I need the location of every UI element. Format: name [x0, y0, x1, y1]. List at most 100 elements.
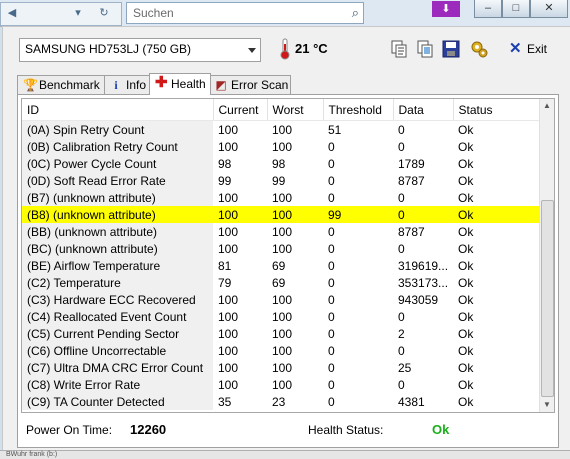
table-row[interactable]: (C4) Reallocated Event Count 100 100 0 0 Ok	[22, 308, 540, 325]
column-header-data[interactable]: Data	[393, 99, 454, 121]
cell-status: Ok	[458, 173, 474, 188]
cell-status: Ok	[453, 206, 540, 223]
chevron-down-icon[interactable]: ▾	[71, 6, 85, 20]
table-row[interactable]: (C2) Temperature 79 69 0 353173... Ok	[22, 274, 540, 291]
cell-current: 100	[218, 190, 239, 205]
tab-error-scan[interactable]: ◩ Error Scan	[209, 75, 291, 94]
exit-button[interactable]: ✕ Exit	[505, 39, 555, 59]
column-header-current[interactable]: Current	[213, 99, 268, 121]
table-row[interactable]: (BE) Airflow Temperature 81 69 0 319619... Ok	[22, 257, 540, 274]
cell-current: 100	[218, 309, 239, 324]
minimize-button[interactable]: –	[474, 0, 502, 18]
table-row[interactable]: (0D) Soft Read Error Rate 99 99 0 8787 Ok	[22, 172, 540, 189]
cell-current: 100	[218, 326, 239, 341]
cell-status: Ok	[458, 224, 474, 239]
cell-worst: 99	[272, 173, 286, 188]
column-header-threshold[interactable]: Threshold	[323, 99, 394, 121]
cell-id: (C4) Reallocated Event Count	[22, 308, 213, 325]
tab-label: Benchmark	[39, 78, 100, 92]
table-row[interactable]: (C7) Ultra DMA CRC Error Count 100 100 0 25 O…	[22, 359, 540, 376]
cell-worst: 23	[272, 394, 286, 409]
tab-label: Health	[171, 77, 206, 91]
maximize-button[interactable]: □	[502, 0, 530, 18]
cell-worst: 69	[272, 258, 286, 273]
cell-status: Ok	[458, 326, 474, 341]
table-row[interactable]: (0B) Calibration Retry Count 100 100 0 0 Ok	[22, 138, 540, 155]
cell-data: 2	[398, 326, 405, 341]
cell-data: 0	[398, 190, 405, 205]
cell-threshold: 0	[328, 377, 335, 392]
cell-worst: 100	[272, 139, 293, 154]
cell-threshold: 0	[328, 394, 335, 409]
options-icon[interactable]	[469, 39, 489, 59]
tab-health[interactable]: ✚ Health	[149, 73, 211, 95]
cell-status: Ok	[458, 139, 474, 154]
cell-current: 79	[218, 275, 232, 290]
cell-data: 4381	[398, 394, 425, 409]
cell-current: 100	[218, 224, 239, 239]
refresh-icon[interactable]: ↻	[97, 6, 111, 20]
cell-status: Ok	[458, 275, 474, 290]
cell-threshold: 0	[328, 173, 335, 188]
scrollbar-thumb[interactable]	[541, 200, 554, 397]
health-footer: Power On Time: 12260 Health Status: Ok	[18, 413, 558, 445]
cell-status: Ok	[458, 241, 474, 256]
cell-data: 0	[398, 343, 405, 358]
tab-benchmark[interactable]: 🏆 Benchmark	[17, 75, 107, 94]
table-row[interactable]: (C3) Hardware ECC Recovered 100 100 0 943059…	[22, 291, 540, 308]
column-header-worst[interactable]: Worst	[267, 99, 324, 121]
table-header-row: ID Current Worst Threshold Data Status	[22, 99, 541, 121]
cell-current: 98	[218, 156, 232, 171]
cell-status: Ok	[458, 343, 474, 358]
table-row[interactable]: (C8) Write Error Rate 100 100 0 0 Ok	[22, 376, 540, 393]
cell-current: 35	[218, 394, 232, 409]
chevron-down-icon	[248, 48, 256, 53]
drive-select-value: SAMSUNG HD753LJ (750 GB)	[25, 42, 192, 56]
cell-status: Ok	[458, 394, 474, 409]
cell-worst: 100	[272, 377, 293, 392]
save-icon[interactable]	[441, 39, 461, 59]
cell-id: (C8) Write Error Rate	[22, 376, 213, 393]
scroll-down-icon[interactable]: ▼	[540, 398, 554, 412]
table-row[interactable]: (BC) (unknown attribute) 100 100 0 0 Ok	[22, 240, 540, 257]
background-search-input[interactable]: Suchen ⌕	[126, 2, 364, 24]
cell-data: 1789	[398, 156, 425, 171]
cell-status: Ok	[458, 377, 474, 392]
table-row[interactable]: (B7) (unknown attribute) 100 100 0 0 Ok	[22, 189, 540, 206]
tab-label: Error Scan	[231, 78, 289, 92]
smart-table-container: ID Current Worst Threshold Data Status (…	[21, 98, 555, 413]
cell-worst: 100	[272, 309, 293, 324]
table-row[interactable]: (0C) Power Cycle Count 98 98 0 1789 Ok	[22, 155, 540, 172]
cell-id: (C6) Offline Uncorrectable	[22, 342, 213, 359]
cell-id: (C9) TA Counter Detected	[22, 393, 213, 410]
cell-id: (B7) (unknown attribute)	[22, 189, 213, 206]
drive-select[interactable]: SAMSUNG HD753LJ (750 GB)	[19, 38, 261, 62]
cell-worst: 69	[272, 275, 286, 290]
window-controls: – □ ✕	[430, 0, 570, 18]
cell-current: 100	[218, 377, 239, 392]
scroll-up-icon[interactable]: ▲	[540, 99, 554, 113]
cell-data: 0	[398, 377, 405, 392]
table-row[interactable]: (C5) Current Pending Sector 100 100 0 2 Ok	[22, 325, 540, 342]
table-row[interactable]: (C6) Offline Uncorrectable 100 100 0 0 Ok	[22, 342, 540, 359]
cell-data: 0	[393, 206, 453, 223]
tab-info[interactable]: i Info	[104, 75, 152, 94]
info-icon: i	[114, 78, 118, 92]
vertical-scrollbar[interactable]: ▲ ▼	[539, 99, 554, 412]
column-header-id[interactable]: ID	[22, 99, 214, 121]
copy-info-icon[interactable]	[389, 39, 409, 59]
copy-screenshot-icon[interactable]	[415, 39, 435, 59]
back-arrow-icon[interactable]: ◀	[5, 6, 19, 20]
cell-threshold: 0	[328, 292, 335, 307]
cell-status: Ok	[458, 258, 474, 273]
column-header-status[interactable]: Status	[453, 99, 541, 121]
smart-table: ID Current Worst Threshold Data Status (…	[22, 99, 541, 410]
table-row[interactable]: (0A) Spin Retry Count 100 100 51 0 Ok	[22, 120, 540, 138]
close-button[interactable]: ✕	[530, 0, 568, 18]
search-icon[interactable]: ⌕	[352, 5, 359, 21]
table-row[interactable]: (C9) TA Counter Detected 35 23 0 4381 Ok	[22, 393, 540, 410]
cell-id: (0A) Spin Retry Count	[22, 120, 213, 138]
cell-threshold: 0	[328, 224, 335, 239]
table-row[interactable]: (BB) (unknown attribute) 100 100 0 8787 Ok	[22, 223, 540, 240]
table-row[interactable]: (B8) (unknown attribute) 100 100 99 0 Ok	[22, 206, 540, 223]
